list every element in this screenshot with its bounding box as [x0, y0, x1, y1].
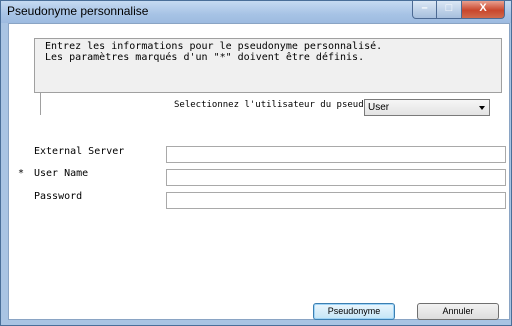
- external-server-input[interactable]: [166, 146, 506, 163]
- password-label: Password: [34, 191, 83, 202]
- dropdown-arrow-icon: [479, 106, 485, 110]
- pseudonyme-button[interactable]: Pseudonyme: [313, 303, 395, 320]
- dialog-body: Entrez les informations pour le pseudony…: [8, 23, 510, 320]
- title-bar[interactable]: Pseudonyme personnalise – □ X: [1, 1, 511, 23]
- required-marker: *: [18, 168, 25, 179]
- maximize-button[interactable]: □: [437, 1, 462, 19]
- info-line-1: Entrez les informations pour le pseudony…: [45, 41, 383, 52]
- info-panel-divider: [40, 93, 41, 115]
- minimize-button[interactable]: –: [412, 1, 437, 19]
- user-select-value: User: [368, 102, 390, 113]
- window-title: Pseudonyme personnalise: [7, 4, 149, 18]
- window-controls: – □ X: [412, 1, 505, 19]
- dialog-window: Pseudonyme personnalise – □ X Entrez les…: [0, 0, 512, 326]
- password-input[interactable]: [166, 192, 506, 209]
- user-select-dropdown[interactable]: User: [364, 99, 490, 116]
- cancel-button[interactable]: Annuler: [417, 303, 499, 320]
- user-select-label: Selectionnez l'utilisateur du pseudonyme: [174, 100, 391, 110]
- info-panel: Entrez les informations pour le pseudony…: [34, 38, 502, 93]
- user-name-label: User Name: [34, 168, 89, 179]
- info-line-2: Les paramètres marqués d'un "*" doivent …: [45, 52, 365, 63]
- external-server-label: External Server: [34, 146, 125, 157]
- close-button[interactable]: X: [462, 1, 505, 19]
- user-name-input[interactable]: [166, 169, 506, 186]
